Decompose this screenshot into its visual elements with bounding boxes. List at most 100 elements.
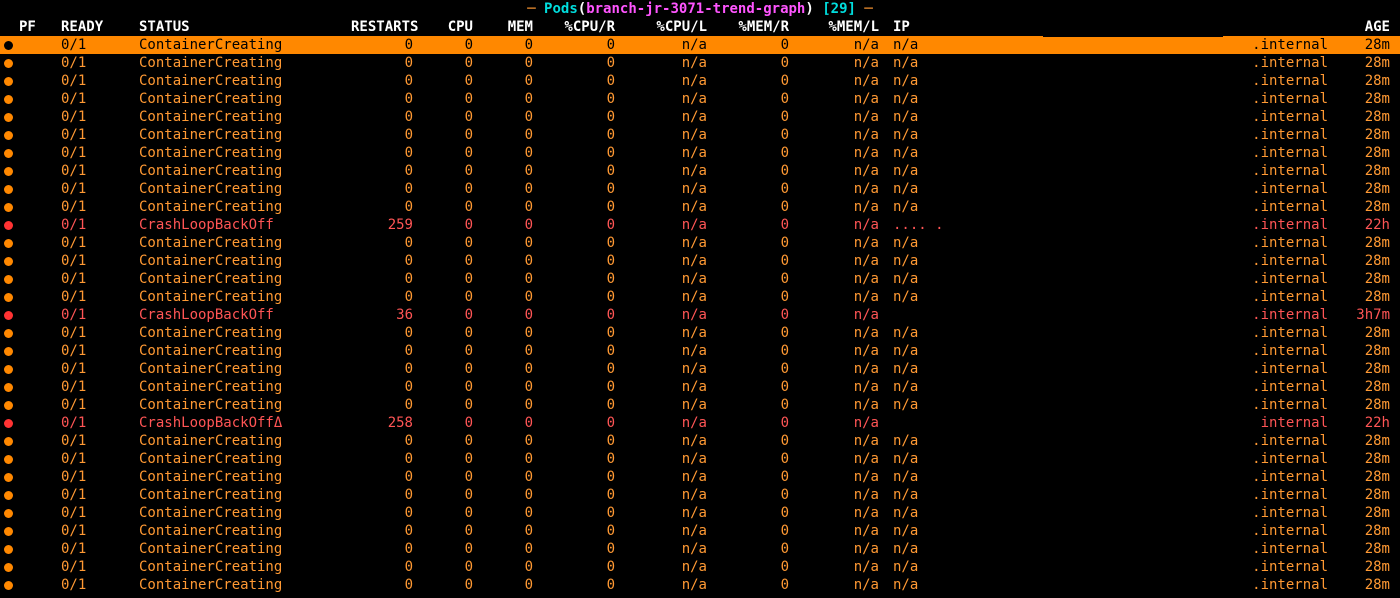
cell-ready: 0/1 <box>61 540 139 558</box>
cell-age: 28m <box>1340 342 1400 360</box>
table-row[interactable]: 0/1ContainerCreating0000n/a0n/an/a.inter… <box>0 90 1400 108</box>
cell-cpu: 0 <box>437 522 497 540</box>
cell-restarts: 0 <box>351 450 437 468</box>
table-row[interactable]: 0/1ContainerCreating0000n/a0n/an/a.inter… <box>0 54 1400 72</box>
cell-meml: n/a <box>813 342 887 360</box>
cell-status: ContainerCreating <box>139 360 351 378</box>
cell-cpu: 0 <box>437 288 497 306</box>
cell-node: .internal <box>1177 126 1340 144</box>
cell-cpur: 0 <box>557 72 639 90</box>
table-row[interactable]: 0/1ContainerCreating0000n/a0n/an/a.inter… <box>0 540 1400 558</box>
cell-cpur: 0 <box>557 324 639 342</box>
table-row[interactable]: 0/1ContainerCreating0000n/a0n/an/a.inter… <box>0 468 1400 486</box>
redaction-overlay <box>1043 18 1223 37</box>
table-row[interactable]: 0/1ContainerCreating0000n/a0n/an/a.inter… <box>0 342 1400 360</box>
table-row[interactable]: 0/1ContainerCreating0000n/a0n/an/a.inter… <box>0 522 1400 540</box>
cell-memr: 0 <box>731 288 813 306</box>
cell-ip: n/a <box>887 108 1177 126</box>
cell-mem: 0 <box>497 486 557 504</box>
cell-node: .internal <box>1177 108 1340 126</box>
cell-mem: 0 <box>497 324 557 342</box>
cell-mem: 0 <box>497 162 557 180</box>
title-bar: ─ Pods(branch-jr-3071-trend-graph) [29] … <box>0 0 1400 18</box>
cell-meml: n/a <box>813 414 887 432</box>
table-row[interactable]: 0/1CrashLoopBackOff259000n/a0n/a .... ..… <box>0 216 1400 234</box>
table-row[interactable]: 0/1ContainerCreating0000n/a0n/an/a.inter… <box>0 378 1400 396</box>
cell-ready: 0/1 <box>61 468 139 486</box>
cell-cpur: 0 <box>557 270 639 288</box>
table-row[interactable]: 0/1ContainerCreating0000n/a0n/an/a.inter… <box>0 144 1400 162</box>
table-row[interactable]: 0/1ContainerCreating0000n/a0n/an/a.inter… <box>0 558 1400 576</box>
cell-age: 3h7m <box>1340 306 1400 324</box>
table-row[interactable]: 0/1ContainerCreating0000n/a0n/an/a.inter… <box>0 450 1400 468</box>
table-row[interactable]: 0/1ContainerCreating0000n/a0n/an/a.inter… <box>0 576 1400 594</box>
table-row[interactable]: 0/1ContainerCreating0000n/a0n/an/a.inter… <box>0 396 1400 414</box>
cell-cpur: 0 <box>557 522 639 540</box>
cell-status: CrashLoopBackOff <box>139 306 351 324</box>
table-row[interactable]: 0/1ContainerCreating0000n/a0n/an/a.inter… <box>0 108 1400 126</box>
table-row[interactable]: 0/1ContainerCreating0000n/a0n/an/a.inter… <box>0 36 1400 54</box>
cell-node: .internal <box>1177 270 1340 288</box>
table-row[interactable]: 0/1ContainerCreating0000n/a0n/an/a.inter… <box>0 162 1400 180</box>
col-restarts: RESTARTS <box>351 18 437 36</box>
cell-restarts: 0 <box>351 180 437 198</box>
cell-cpur: 0 <box>557 540 639 558</box>
table-row[interactable]: 0/1ContainerCreating0000n/a0n/an/a.inter… <box>0 180 1400 198</box>
table-row[interactable]: 0/1CrashLoopBackOffΔ258000n/a0n/ainterna… <box>0 414 1400 432</box>
cell-mem: 0 <box>497 342 557 360</box>
status-dot-icon <box>4 149 13 158</box>
table-row[interactable]: 0/1ContainerCreating0000n/a0n/an/a.inter… <box>0 252 1400 270</box>
cell-cpu: 0 <box>437 198 497 216</box>
cell-ready: 0/1 <box>61 396 139 414</box>
cell-restarts: 0 <box>351 36 437 54</box>
cell-ready: 0/1 <box>61 144 139 162</box>
cell-meml: n/a <box>813 90 887 108</box>
cell-node: .internal <box>1177 378 1340 396</box>
cell-cpur: 0 <box>557 288 639 306</box>
cell-node: internal <box>1177 414 1340 432</box>
cell-node: .internal <box>1177 72 1340 90</box>
cell-ready: 0/1 <box>61 162 139 180</box>
cell-meml: n/a <box>813 504 887 522</box>
cell-cpur: 0 <box>557 396 639 414</box>
cell-ready: 0/1 <box>61 486 139 504</box>
cell-cpur: 0 <box>557 468 639 486</box>
cell-node: .internal <box>1177 522 1340 540</box>
cell-memr: 0 <box>731 162 813 180</box>
cell-mem: 0 <box>497 216 557 234</box>
cell-cpu: 0 <box>437 360 497 378</box>
table-row[interactable]: 0/1ContainerCreating0000n/a0n/an/a.inter… <box>0 72 1400 90</box>
cell-restarts: 0 <box>351 540 437 558</box>
cell-restarts: 0 <box>351 54 437 72</box>
status-dot-icon <box>4 221 13 230</box>
table-row[interactable]: 0/1CrashLoopBackOff36000n/a0n/a.internal… <box>0 306 1400 324</box>
cell-restarts: 259 <box>351 216 437 234</box>
table-row[interactable]: 0/1ContainerCreating0000n/a0n/an/a.inter… <box>0 270 1400 288</box>
cell-cpul: n/a <box>639 432 731 450</box>
cell-mem: 0 <box>497 576 557 594</box>
table-row[interactable]: 0/1ContainerCreating0000n/a0n/an/a.inter… <box>0 198 1400 216</box>
cell-memr: 0 <box>731 504 813 522</box>
cell-cpur: 0 <box>557 54 639 72</box>
cell-meml: n/a <box>813 378 887 396</box>
cell-age: 28m <box>1340 288 1400 306</box>
cell-ip: n/a <box>887 126 1177 144</box>
status-dot-icon <box>4 77 13 86</box>
status-dot-icon <box>4 437 13 446</box>
status-dot-icon <box>4 275 13 284</box>
table-row[interactable]: 0/1ContainerCreating0000n/a0n/an/a.inter… <box>0 486 1400 504</box>
status-dot-icon <box>4 257 13 266</box>
cell-ready: 0/1 <box>61 90 139 108</box>
table-row[interactable]: 0/1ContainerCreating0000n/a0n/an/a.inter… <box>0 126 1400 144</box>
table-row[interactable]: 0/1ContainerCreating0000n/a0n/an/a.inter… <box>0 288 1400 306</box>
cell-ip: n/a <box>887 270 1177 288</box>
table-row[interactable]: 0/1ContainerCreating0000n/a0n/an/a.inter… <box>0 234 1400 252</box>
table-row[interactable]: 0/1ContainerCreating0000n/a0n/an/a.inter… <box>0 504 1400 522</box>
cell-meml: n/a <box>813 396 887 414</box>
cell-cpur: 0 <box>557 432 639 450</box>
cell-node: .internal <box>1177 396 1340 414</box>
table-row[interactable]: 0/1ContainerCreating0000n/a0n/an/a.inter… <box>0 360 1400 378</box>
cell-ip: n/a <box>887 90 1177 108</box>
table-row[interactable]: 0/1ContainerCreating0000n/a0n/an/a.inter… <box>0 432 1400 450</box>
table-row[interactable]: 0/1ContainerCreating0000n/a0n/an/a.inter… <box>0 324 1400 342</box>
